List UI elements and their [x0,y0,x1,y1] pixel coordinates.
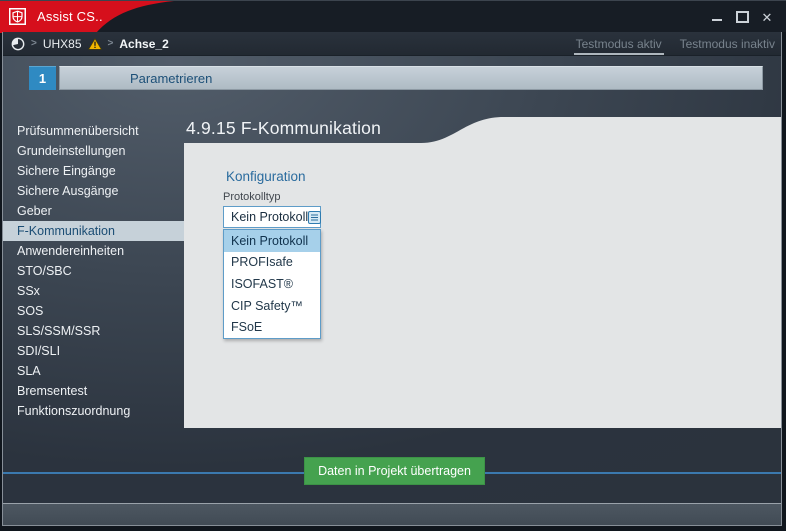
breadcrumb-device[interactable]: UHX85 [43,37,82,51]
option-isofast[interactable]: ISOFAST® [224,273,320,295]
sidebar-item-funktionszuordnung[interactable]: Funktionszuordnung [3,401,184,421]
option-cip-safety[interactable]: CIP Safety™ [224,295,320,317]
sidebar-item-grundeinstellungen[interactable]: Grundeinstellungen [3,141,184,161]
dropdown-list-icon[interactable] [308,210,322,224]
protokolltyp-dropdown-list: Kein Protokoll PROFIsafe ISOFAST® CIP Sa… [223,229,321,339]
breadcrumb-axis[interactable]: Achse_2 [119,37,168,51]
sidebar-item-bremsentest[interactable]: Bremsentest [3,381,184,401]
breadcrumb-separator: > [107,38,114,49]
testmodus-inaktiv-tab[interactable]: Testmodus inaktiv [678,32,777,56]
option-kein-protokoll[interactable]: Kein Protokoll [224,230,320,252]
maximize-button[interactable] [735,10,749,24]
sidebar-item-sichere-eingaenge[interactable]: Sichere Eingänge [3,161,184,181]
status-bar [3,503,781,525]
option-fsoe[interactable]: FSoE [224,316,320,338]
window-controls: ✕ [710,1,774,33]
combobox-value: Kein Protokoll [231,210,309,224]
home-globe-icon[interactable] [11,37,25,51]
sidebar-item-ssx[interactable]: SSx [3,281,184,301]
sidebar-item-sos[interactable]: SOS [3,301,184,321]
application-window: Assist CS.. ✕ > UHX85 > Achse_2 Testmodu… [0,0,786,531]
protokolltyp-label: Protokolltyp [223,191,281,203]
sidebar-item-anwendereinheiten[interactable]: Anwendereinheiten [3,241,184,261]
sidebar-item-sdi-sli[interactable]: SDI/SLI [3,341,184,361]
warning-icon [87,37,102,50]
app-logo-shield-icon [9,8,26,25]
step-bar-label: Parametrieren [130,70,213,86]
title-bar: Assist CS.. ✕ [0,0,786,33]
testmodus-aktiv-tab[interactable]: Testmodus aktiv [573,32,664,56]
breadcrumb: > UHX85 > Achse_2 Testmodus aktiv Testmo… [3,32,781,56]
section-title: Konfiguration [226,169,306,184]
app-title: Assist CS.. [37,9,103,24]
sidebar-item-sla[interactable]: SLA [3,361,184,381]
breadcrumb-separator: > [31,38,37,49]
testmodus-tabs: Testmodus aktiv Testmodus inaktiv [573,32,777,56]
sidebar-item-sls-ssm-ssr[interactable]: SLS/SSM/SSR [3,321,184,341]
sidebar-item-sto-sbc[interactable]: STO/SBC [3,261,184,281]
sidebar-item-pruefsummenuebersicht[interactable]: Prüfsummenübersicht [3,121,184,141]
main-frame: > UHX85 > Achse_2 Testmodus aktiv Testmo… [2,32,782,526]
step-number-badge: 1 [29,66,56,90]
minimize-button[interactable] [710,10,724,24]
option-profisafe[interactable]: PROFIsafe [224,252,320,274]
close-button[interactable]: ✕ [760,10,774,24]
page-title: 4.9.15 F-Kommunikation [186,118,382,138]
transfer-to-project-button[interactable]: Daten in Projekt übertragen [304,457,485,485]
sidebar-item-f-kommunikation[interactable]: F-Kommunikation [3,221,184,241]
sidebar-item-sichere-ausgaenge[interactable]: Sichere Ausgänge [3,181,184,201]
protokolltyp-combobox[interactable]: Kein Protokoll [223,206,322,228]
step-bar-parametrieren[interactable]: Parametrieren [59,66,763,90]
sidebar-nav: Prüfsummenübersicht Grundeinstellungen S… [3,121,184,421]
sidebar-item-geber[interactable]: Geber [3,201,184,221]
